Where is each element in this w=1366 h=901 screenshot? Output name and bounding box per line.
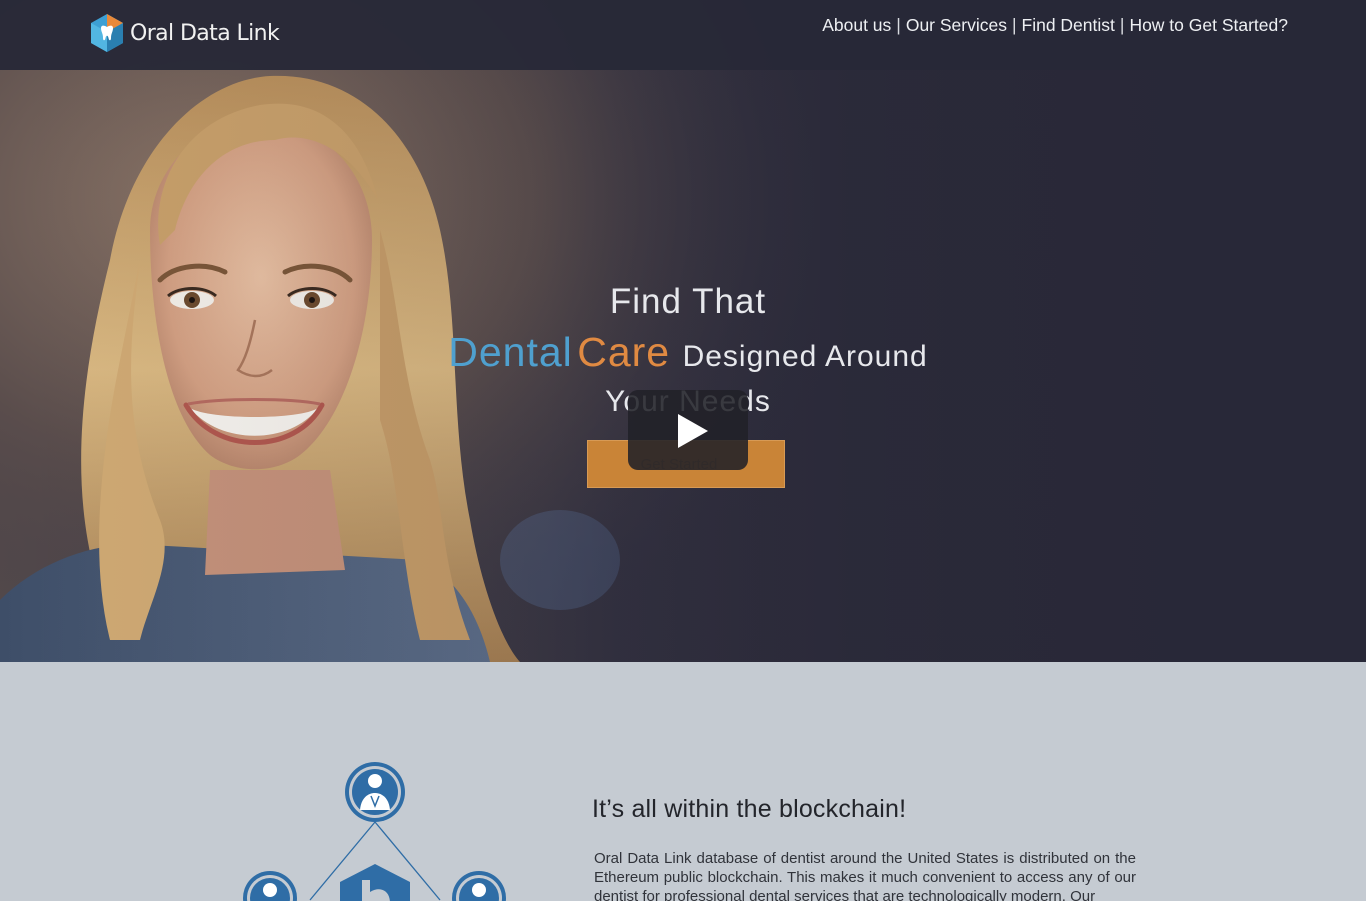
nav-separator: |	[896, 15, 901, 35]
tooth-hexagon-logo-icon	[91, 14, 123, 52]
headline-line-2: Dental Care Designed Around	[0, 328, 1366, 386]
brand-name: Oral Data Link	[130, 20, 280, 46]
dentist-network-diagram	[243, 762, 506, 901]
video-play-button[interactable]	[628, 390, 748, 470]
site-header: Oral Data Link About us | Our Services |…	[0, 0, 1366, 70]
nav-separator: |	[1011, 15, 1017, 35]
user-node-right-icon	[452, 871, 506, 901]
nav-how-to-get-started[interactable]: How to Get Started?	[1129, 15, 1288, 36]
main-nav: About us | Our Services | Find Dentist |…	[822, 15, 1288, 36]
nav-our-services[interactable]: Our Services	[906, 15, 1007, 36]
center-hex-logo-icon	[340, 864, 410, 901]
nav-separator: |	[1119, 15, 1125, 35]
headline-highlight-care: Care	[577, 329, 671, 375]
blockchain-section: It’s all within the blockchain! Oral Dat…	[0, 662, 1366, 901]
headline-line-1: Find That	[609, 282, 767, 321]
headline-designed-around: Designed Around	[682, 340, 928, 373]
user-node-left-icon	[243, 871, 297, 901]
nav-about-us[interactable]: About us	[822, 15, 891, 36]
nav-find-dentist[interactable]: Find Dentist	[1022, 15, 1115, 36]
play-icon	[678, 414, 708, 448]
hero-section: Find That Dental Care Designed Around Yo…	[0, 0, 1366, 662]
section-title: It’s all within the blockchain!	[592, 795, 907, 823]
section-body-text: Oral Data Link database of dentist aroun…	[594, 850, 1136, 901]
brand-logo[interactable]: Oral Data Link	[89, 13, 280, 53]
dentist-node-icon	[345, 762, 405, 822]
headline-highlight-dental: Dental	[448, 329, 573, 375]
